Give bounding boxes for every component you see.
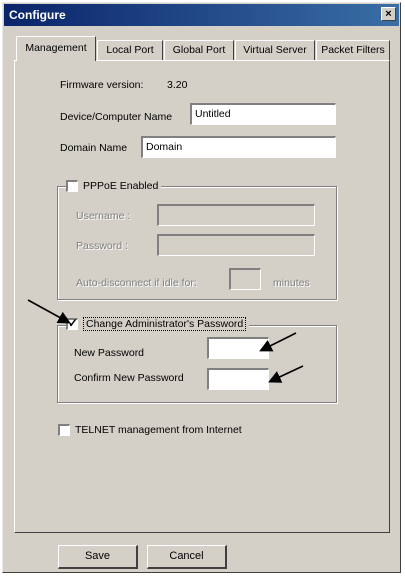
- annotation-arrow-icon: [259, 332, 297, 352]
- annotation-arrow-icon: [268, 365, 304, 383]
- save-button[interactable]: Save: [58, 545, 138, 569]
- annotation-arrows: [27, 299, 304, 383]
- telnet-management-label: TELNET management from Internet: [75, 424, 242, 436]
- telnet-management-checkbox[interactable]: TELNET management from Internet: [58, 424, 242, 437]
- cancel-button[interactable]: Cancel: [147, 545, 227, 569]
- annotation-arrow-icon: [27, 299, 71, 324]
- checkbox-box: [58, 424, 70, 437]
- tab-management[interactable]: Management: [16, 36, 96, 61]
